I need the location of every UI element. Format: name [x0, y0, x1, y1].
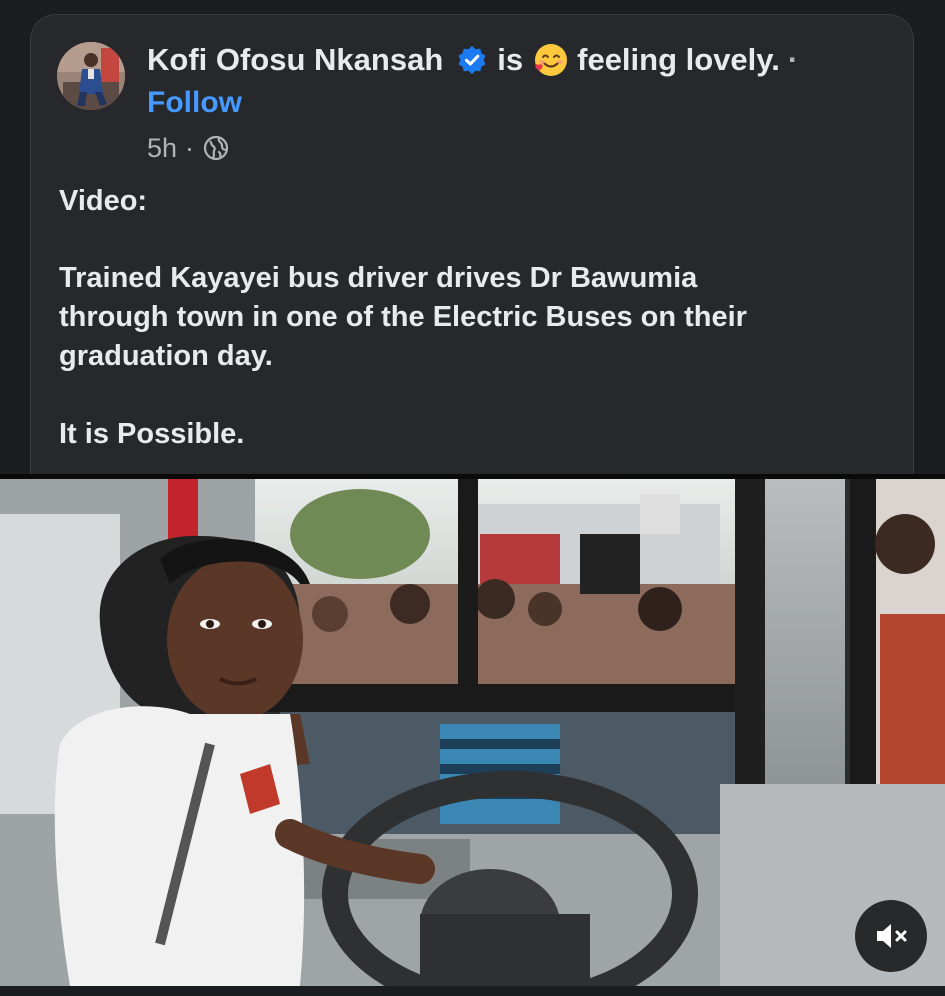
smiling-face-with-hearts-icon — [533, 42, 569, 78]
is-label: is — [497, 42, 524, 77]
avatar-image — [57, 42, 125, 110]
verified-badge-icon — [457, 45, 487, 75]
post-text-line-3: through town in one of the Electric Buse… — [59, 301, 747, 333]
speaker-muted-icon — [877, 924, 907, 948]
globe-icon[interactable] — [202, 134, 230, 162]
feeling-text: feeling lovely. — [577, 42, 780, 77]
author-name[interactable]: Kofi Ofosu Nkansah — [147, 42, 443, 78]
post-meta: 5h · — [147, 130, 230, 166]
facebook-post-page: Kofi Ofosu Nkansah is feeling lovely. · … — [0, 0, 945, 996]
video-frame-image — [0, 474, 945, 986]
meta-separator: · — [185, 132, 195, 163]
post-text-line-5: It is Possible. — [59, 418, 245, 450]
follow-button[interactable]: Follow — [147, 86, 242, 120]
mute-toggle-button[interactable] — [855, 900, 927, 972]
bottom-divider — [0, 986, 945, 996]
post-text-line-4: graduation day. — [59, 340, 273, 372]
post-time[interactable]: 5h — [147, 133, 177, 164]
post-text-line-2: Trained Kayayei bus driver drives Dr Baw… — [59, 262, 698, 294]
video-player[interactable] — [0, 474, 945, 986]
post-text-line-1: Video: — [59, 185, 148, 217]
author-avatar[interactable] — [57, 42, 125, 110]
header-separator: · — [787, 42, 799, 77]
post-header: Kofi Ofosu Nkansah is feeling lovely. · — [147, 38, 798, 82]
post-card — [30, 14, 914, 484]
